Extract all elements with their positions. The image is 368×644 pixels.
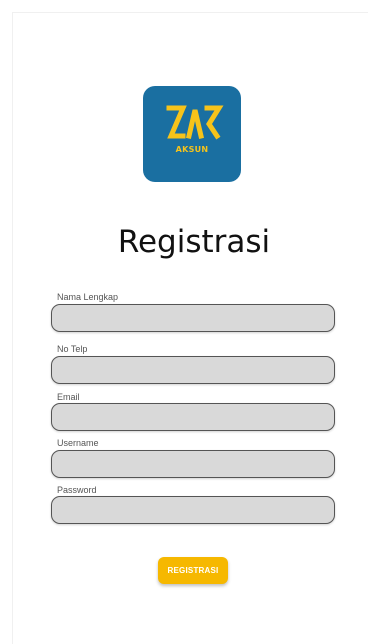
full-name-label: Nama Lengkap	[57, 292, 119, 302]
phone-field[interactable]	[51, 356, 335, 384]
app-logo: AKSUN	[143, 86, 241, 182]
username-label: Username	[57, 438, 99, 448]
password-label: Password	[57, 485, 97, 495]
email-field[interactable]	[51, 403, 335, 431]
email-label: Email	[57, 392, 80, 402]
logo-mark-icon	[166, 105, 224, 140]
logo-wordmark: AKSUN	[175, 145, 209, 154]
register-button[interactable]: REGISTRASI	[158, 557, 228, 584]
full-name-field[interactable]	[51, 304, 335, 332]
page-title: Registrasi	[117, 224, 271, 260]
password-field[interactable]	[51, 496, 335, 524]
username-field[interactable]	[51, 450, 335, 478]
phone-label: No Telp	[57, 344, 88, 354]
